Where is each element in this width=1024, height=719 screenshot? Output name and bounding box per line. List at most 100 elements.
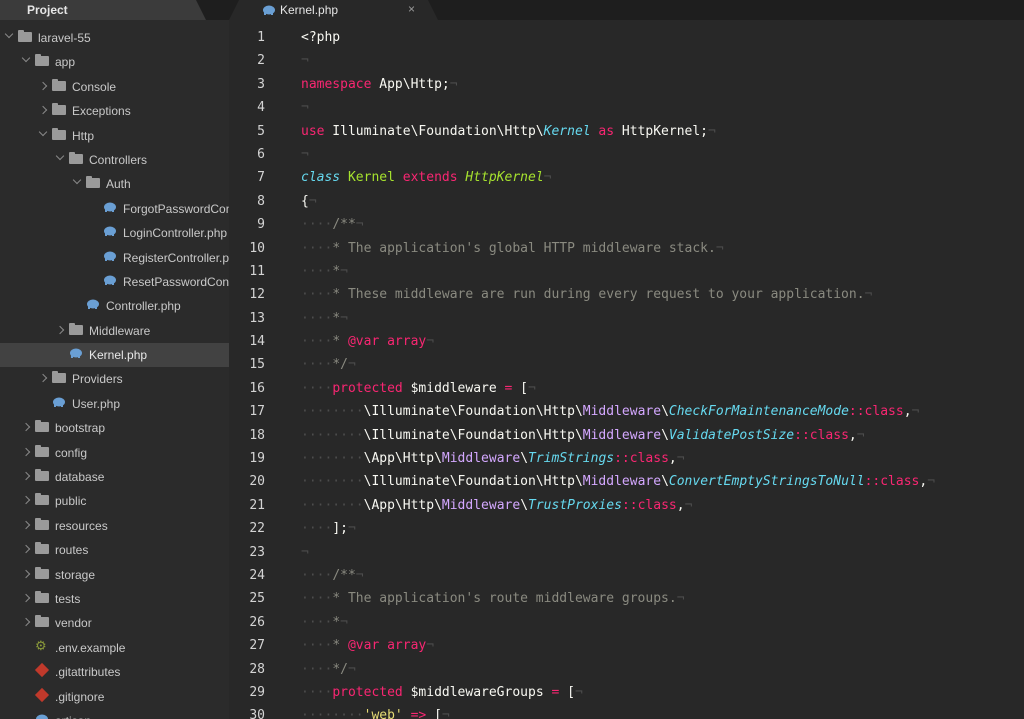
- code-token: ····: [301, 614, 333, 630]
- code-token: ::class: [621, 497, 677, 513]
- code-area[interactable]: <?php ¬ namespace App\Http;¬ ¬ use Illuminat…: [293, 26, 1024, 719]
- code-line[interactable]: ········\Illuminate\Foundation\Http\Midd…: [293, 424, 1024, 447]
- code-line[interactable]: ¬: [293, 541, 1024, 564]
- code-line[interactable]: ····* The application's global HTTP midd…: [293, 237, 1024, 260]
- code-line[interactable]: <?php: [293, 26, 1024, 49]
- project-sidebar: Project laravel-55 app Console Exceptions Ht…: [0, 0, 229, 719]
- tree-item[interactable]: LoginController.php: [0, 221, 229, 245]
- tree-item[interactable]: Console: [0, 75, 229, 99]
- code-line[interactable]: ····/**¬: [293, 213, 1024, 236]
- code-token: =>: [410, 708, 427, 719]
- chevron-down-icon[interactable]: [72, 176, 82, 185]
- tree-item[interactable]: bootstrap: [0, 416, 229, 440]
- chevron-right-icon[interactable]: [21, 569, 31, 578]
- chevron-right-icon[interactable]: [21, 520, 31, 530]
- code-line[interactable]: ········\Illuminate\Foundation\Http\Midd…: [293, 400, 1024, 423]
- chevron-down-icon[interactable]: [4, 29, 14, 39]
- tree-item[interactable]: Controller.php: [0, 294, 229, 318]
- tree-item[interactable]: app: [0, 50, 229, 74]
- tree-item[interactable]: routes: [0, 538, 229, 562]
- code-line[interactable]: ····*/¬: [293, 658, 1024, 681]
- folder-icon: [35, 542, 49, 555]
- close-icon[interactable]: ×: [408, 2, 415, 16]
- tree-item[interactable]: database: [0, 465, 229, 489]
- chevron-right-icon[interactable]: [21, 471, 31, 481]
- php-elephant-icon: [104, 275, 116, 285]
- tree-item[interactable]: Auth: [0, 172, 229, 196]
- tab-project[interactable]: Project: [0, 0, 206, 20]
- chevron-down-icon[interactable]: [21, 54, 31, 63]
- code-line[interactable]: ········'web' => [¬: [293, 704, 1024, 719]
- chevron-down-icon[interactable]: [55, 151, 65, 161]
- code-token: ,: [848, 427, 857, 443]
- chevron-right-icon[interactable]: [21, 593, 31, 603]
- tree-item[interactable]: RegisterController.php: [0, 246, 229, 270]
- code-line[interactable]: ········\App\Http\Middleware\TrustProxie…: [293, 494, 1024, 517]
- code-line[interactable]: ····*/¬: [293, 353, 1024, 376]
- code-line[interactable]: use Illuminate\Foundation\Http\Kernel as…: [293, 120, 1024, 143]
- code-line[interactable]: ····* @var array¬: [293, 634, 1024, 657]
- code-editor[interactable]: Kernel.php × 1 2 3 4 5 6 7 8 9 10 11 12 13 14 15 16 17 18…: [229, 0, 1024, 719]
- tree-item[interactable]: config: [0, 441, 229, 465]
- code-line[interactable]: ¬: [293, 143, 1024, 166]
- code-token: /**: [332, 567, 356, 583]
- tree-item[interactable]: Controllers: [0, 148, 229, 172]
- code-line[interactable]: ····*¬: [293, 307, 1024, 330]
- tree-item[interactable]: laravel-55: [0, 26, 229, 50]
- code-line[interactable]: ····*¬: [293, 260, 1024, 283]
- code-line[interactable]: ¬: [293, 96, 1024, 119]
- code-line[interactable]: ····protected $middleware = [¬: [293, 377, 1024, 400]
- tree-item[interactable]: Providers: [0, 367, 229, 391]
- tree-item[interactable]: storage: [0, 563, 229, 587]
- tree-item[interactable]: Middleware: [0, 319, 229, 343]
- tree-item[interactable]: artisan: [0, 709, 229, 719]
- chevron-right-icon[interactable]: [21, 496, 31, 505]
- code-line[interactable]: ········\App\Http\Middleware\TrimStrings…: [293, 447, 1024, 470]
- code-line[interactable]: ····* The application's route middleware…: [293, 587, 1024, 610]
- chevron-right-icon[interactable]: [38, 374, 48, 383]
- php-elephant-icon: [104, 202, 116, 212]
- chevron-right-icon[interactable]: [38, 81, 48, 91]
- code-line[interactable]: ····*¬: [293, 611, 1024, 634]
- chevron-down-icon[interactable]: [38, 127, 48, 136]
- chevron-right-icon[interactable]: [38, 105, 48, 115]
- chevron-right-icon[interactable]: [21, 544, 31, 554]
- tree-item[interactable]: resources: [0, 514, 229, 538]
- code-line[interactable]: ····];¬: [293, 517, 1024, 540]
- tree-item[interactable]: .gitignore: [0, 685, 229, 709]
- code-line[interactable]: ········\Illuminate\Foundation\Http\Midd…: [293, 470, 1024, 493]
- tree-item[interactable]: vendor: [0, 611, 229, 635]
- tree-item-label: Http: [72, 128, 95, 143]
- code-line[interactable]: ····protected $middlewareGroups = [¬: [293, 681, 1024, 704]
- code-token: array: [387, 334, 427, 350]
- code-line[interactable]: {¬: [293, 190, 1024, 213]
- tab-kernel-php[interactable]: Kernel.php ×: [229, 0, 438, 20]
- tree-item[interactable]: .gitattributes: [0, 660, 229, 684]
- gear-icon: ⚙: [35, 637, 47, 653]
- tree-item[interactable]: Http: [0, 124, 229, 148]
- tree-item-label: .env.example: [55, 640, 126, 655]
- tree-item[interactable]: ResetPasswordController.php: [0, 270, 229, 294]
- line-number: 16: [249, 380, 265, 396]
- tree-item[interactable]: Exceptions: [0, 99, 229, 123]
- code-token: \: [661, 404, 669, 420]
- code-line[interactable]: ····* @var array¬: [293, 330, 1024, 353]
- code-line[interactable]: ····/**¬: [293, 564, 1024, 587]
- tree-item[interactable]: Kernel.php: [0, 343, 229, 368]
- code-line[interactable]: ¬: [293, 49, 1024, 72]
- tree-item-label: routes: [55, 543, 89, 558]
- code-line[interactable]: namespace App\Http;¬: [293, 73, 1024, 96]
- code-line[interactable]: class Kernel extends HttpKernel¬: [293, 166, 1024, 189]
- code-line[interactable]: ····* These middleware are run during ev…: [293, 283, 1024, 306]
- tree-item[interactable]: User.php: [0, 392, 229, 416]
- chevron-right-icon[interactable]: [21, 447, 31, 456]
- tree-item[interactable]: ForgotPasswordController.php: [0, 197, 229, 221]
- tree-item[interactable]: public: [0, 489, 229, 513]
- tree-item[interactable]: tests: [0, 587, 229, 611]
- chevron-right-icon[interactable]: [21, 423, 31, 432]
- tree-item[interactable]: ⚙ .env.example: [0, 636, 229, 660]
- chevron-right-icon[interactable]: [21, 618, 31, 627]
- tree-item-label: Controllers: [89, 152, 148, 167]
- chevron-right-icon[interactable]: [55, 325, 65, 334]
